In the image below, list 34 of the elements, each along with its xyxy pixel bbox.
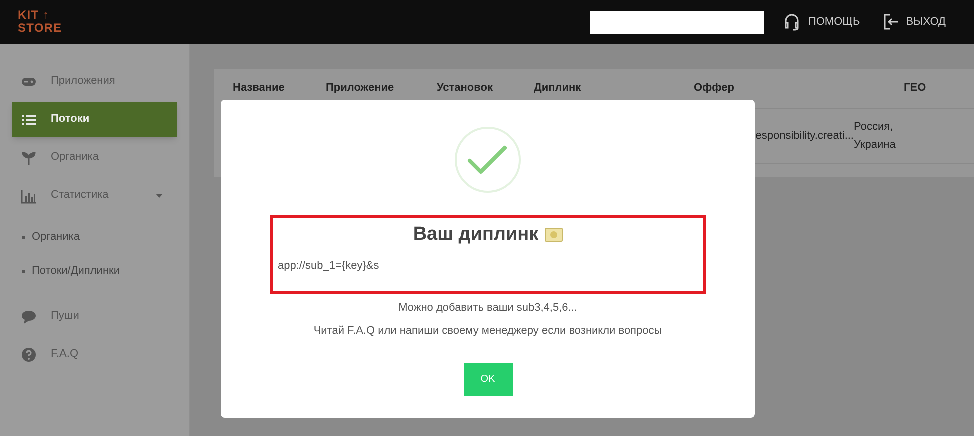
bar-chart-icon bbox=[21, 188, 37, 204]
help-text: Читай F.A.Q или напиши своему менеджеру если возникли вопросы bbox=[314, 324, 662, 338]
column-header: Приложение bbox=[326, 81, 396, 96]
chat-icon bbox=[21, 308, 37, 324]
table-cell-text: Россия, Украина bbox=[854, 120, 897, 153]
column-header: Диплинк bbox=[534, 81, 582, 96]
sidebar-item[interactable]: Органика bbox=[12, 140, 177, 175]
search-field[interactable] bbox=[590, 10, 764, 34]
money-icon bbox=[544, 228, 563, 242]
deeplink-field[interactable]: app://sub_1={key}&s bbox=[278, 258, 428, 274]
help-icon bbox=[21, 346, 37, 362]
column-header: Оффер bbox=[694, 81, 736, 96]
column-header: ГЕО bbox=[904, 81, 928, 96]
hint-text: Можно добавить ваши sub3,4,5,6... bbox=[398, 301, 578, 316]
sidebar-subitem[interactable]: Потоки/Диплинки bbox=[22, 261, 189, 281]
dialog-title: Ваш диплинк bbox=[413, 223, 539, 247]
bullet-icon bbox=[22, 270, 25, 272]
sprout-icon bbox=[21, 150, 37, 166]
sidebar-item[interactable]: Приложения bbox=[12, 64, 177, 99]
check-icon bbox=[454, 126, 522, 194]
column-header: Название bbox=[233, 81, 286, 96]
bullet-icon bbox=[22, 236, 25, 238]
logout-icon bbox=[882, 13, 900, 31]
sidebar-item[interactable]: Пуши bbox=[12, 299, 177, 334]
logo[interactable]: KIT ↑ STORE bbox=[18, 9, 62, 35]
sidebar-item[interactable]: Потоки bbox=[12, 102, 177, 137]
column-header: Установок bbox=[437, 81, 494, 96]
sidebar-subitem[interactable]: Органика bbox=[22, 227, 189, 247]
help-link[interactable]: ПОМОЩЬ bbox=[782, 12, 860, 32]
sidebar-item[interactable]: Статистика bbox=[12, 178, 177, 213]
sidebar-item[interactable]: F.A.Q bbox=[12, 337, 177, 372]
table-cell: esponsibility.creati... bbox=[756, 130, 854, 142]
ok-button[interactable]: OK bbox=[464, 363, 512, 396]
logout-link[interactable]: ВЫХОД bbox=[882, 13, 946, 31]
